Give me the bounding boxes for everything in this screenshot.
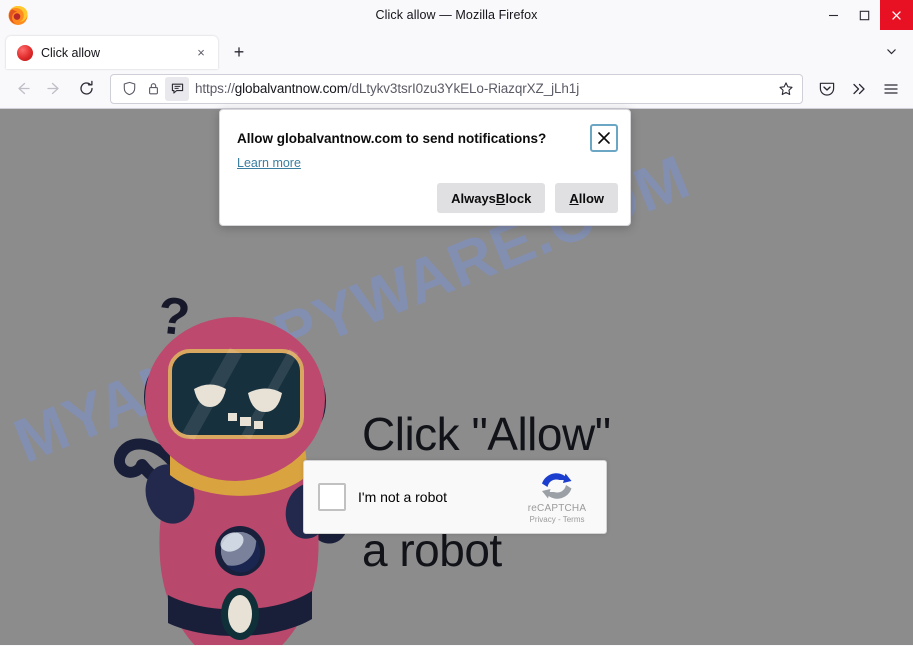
bookmark-star-icon[interactable] bbox=[774, 77, 798, 101]
allow-suffix: llow bbox=[578, 190, 604, 206]
url-host: globalvantnow.com bbox=[234, 81, 348, 96]
headline-line-1: Click "Allow" bbox=[362, 408, 611, 460]
tab-strip: Click allow × + bbox=[0, 30, 913, 69]
window-controls bbox=[818, 0, 913, 30]
firefox-window: Click allow — Mozilla Firefox Click allo… bbox=[0, 0, 913, 646]
minimize-button[interactable] bbox=[818, 0, 849, 30]
tab-title: Click allow bbox=[41, 45, 101, 60]
padlock-icon[interactable] bbox=[141, 77, 165, 101]
navigation-toolbar: https://globalvantnow.com/dLtykv3tsrI0zu… bbox=[0, 69, 913, 109]
allow-accesskey: A bbox=[569, 190, 579, 206]
recaptcha-widget[interactable]: I'm not a robot reCAPTCHA Privacy - Term… bbox=[303, 460, 607, 534]
learn-more-link[interactable]: Learn more bbox=[237, 156, 301, 170]
allow-button[interactable]: Allow bbox=[555, 183, 618, 213]
close-window-button[interactable] bbox=[880, 0, 913, 30]
url-path: /dLtykv3tsrI0zu3YkELo-RiazqrXZ_jLh1j bbox=[347, 81, 580, 96]
always-block-prefix: Always bbox=[451, 190, 496, 206]
title-bar: Click allow — Mozilla Firefox bbox=[0, 0, 913, 30]
forward-button[interactable] bbox=[38, 73, 70, 105]
notification-permission-icon[interactable] bbox=[165, 76, 189, 101]
tab-favicon-icon bbox=[17, 44, 33, 61]
dialog-actions: Always Block Allow bbox=[437, 183, 618, 213]
recaptcha-privacy-terms-links[interactable]: Privacy - Terms bbox=[530, 515, 585, 524]
back-button[interactable] bbox=[6, 73, 38, 105]
recaptcha-brand-name: reCAPTCHA bbox=[527, 503, 587, 514]
application-menu-button[interactable] bbox=[875, 73, 907, 105]
recaptcha-checkbox-label: I'm not a robot bbox=[358, 489, 448, 505]
always-block-button[interactable]: Always Block bbox=[437, 183, 546, 213]
dialog-close-button[interactable] bbox=[590, 124, 618, 152]
maximize-button[interactable] bbox=[849, 0, 880, 30]
firefox-logo-icon bbox=[6, 3, 30, 27]
window-title: Click allow — Mozilla Firefox bbox=[375, 8, 538, 22]
recaptcha-branding: reCAPTCHA Privacy - Terms bbox=[519, 470, 595, 524]
browser-tab[interactable]: Click allow × bbox=[6, 36, 218, 69]
list-all-tabs-chevron-down-icon[interactable] bbox=[877, 37, 905, 65]
reload-button[interactable] bbox=[70, 73, 102, 105]
new-tab-button[interactable]: + bbox=[224, 37, 254, 67]
always-block-suffix: lock bbox=[505, 190, 532, 206]
ecaptcha-branding: E-CAPTCHA bbox=[70, 641, 136, 645]
pocket-button[interactable] bbox=[811, 73, 843, 105]
dialog-title: Allow globalvantnow.com to send notifica… bbox=[237, 131, 547, 146]
tab-close-icon[interactable]: × bbox=[192, 44, 210, 62]
ecaptcha-logo-icon bbox=[80, 641, 126, 645]
overflow-menu-button[interactable] bbox=[843, 73, 875, 105]
notification-permission-dialog: Allow globalvantnow.com to send notifica… bbox=[219, 109, 631, 226]
url-text[interactable]: https://globalvantnow.com/dLtykv3tsrI0zu… bbox=[195, 81, 774, 96]
url-scheme: https:// bbox=[195, 81, 235, 96]
tracking-protection-shield-icon[interactable] bbox=[117, 77, 141, 101]
recaptcha-logo-icon bbox=[542, 473, 572, 499]
url-bar[interactable]: https://globalvantnow.com/dLtykv3tsrI0zu… bbox=[110, 73, 803, 104]
recaptcha-checkbox[interactable] bbox=[318, 483, 346, 511]
always-block-accesskey: B bbox=[495, 190, 506, 206]
